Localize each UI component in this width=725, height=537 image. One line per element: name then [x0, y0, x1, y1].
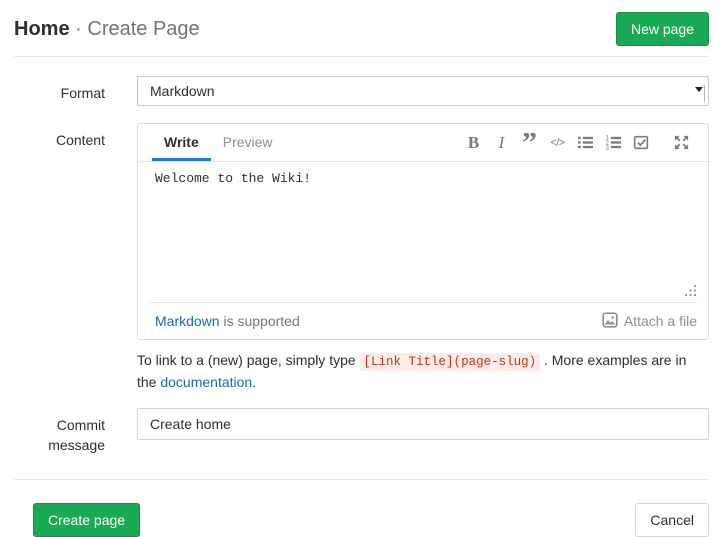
resize-grip-icon[interactable] — [685, 284, 697, 300]
page-header: Home · Create Page New page — [14, 0, 709, 57]
italic-icon[interactable]: I — [492, 133, 511, 152]
format-label: Format — [14, 76, 105, 103]
commit-message-input[interactable] — [137, 408, 709, 440]
attach-file-label: Attach a file — [624, 313, 697, 329]
title-separator: · — [75, 18, 82, 40]
tab-write[interactable]: Write — [152, 124, 211, 161]
supported-text: is supported — [220, 313, 300, 329]
editor-toolbar: B I ” </> 1 2 — [464, 124, 708, 161]
task-list-icon[interactable] — [632, 133, 651, 152]
new-page-button[interactable]: New page — [616, 12, 709, 46]
attach-file-button[interactable]: Attach a file — [602, 312, 697, 331]
bold-icon[interactable]: B — [464, 133, 483, 152]
quote-icon[interactable]: ” — [520, 133, 539, 152]
page-title-home: Home — [14, 18, 70, 40]
chevron-down-icon — [695, 87, 703, 92]
select-ridge — [704, 85, 705, 102]
format-select[interactable]: Markdown — [137, 76, 709, 106]
editor-tab-bar: Write Preview B I ” </> — [138, 124, 708, 162]
wiki-create-page: Home · Create Page New page Format Markd… — [0, 0, 725, 519]
markdown-help-link[interactable]: Markdown — [155, 313, 220, 329]
create-page-button[interactable]: Create page — [33, 503, 140, 537]
cancel-button[interactable]: Cancel — [635, 503, 709, 537]
help-before-code: To link to a (new) page, simply type — [137, 352, 360, 368]
format-row: Format Markdown — [14, 76, 709, 106]
fullscreen-icon[interactable] — [672, 133, 691, 152]
commit-row: Commit message — [14, 408, 709, 455]
markdown-editor: Write Preview B I ” </> — [137, 123, 709, 340]
commit-message-label: Commit message — [14, 408, 105, 455]
link-help-text: To link to a (new) page, simply type [Li… — [137, 350, 709, 392]
format-select-value: Markdown — [150, 83, 215, 99]
form-actions: Create page Cancel — [14, 479, 709, 537]
documentation-link[interactable]: documentation — [160, 374, 252, 390]
svg-text:3: 3 — [605, 145, 609, 151]
page-title: Home · Create Page — [14, 18, 200, 41]
editor-footer: Markdown is supported Attach a file — [138, 303, 708, 339]
bullet-list-icon[interactable] — [576, 133, 595, 152]
link-syntax-code: [Link Title](page-slug) — [360, 353, 541, 371]
content-row: Content Write Preview B I ” </> — [14, 123, 709, 392]
page-title-subtitle: Create Page — [87, 18, 199, 40]
attach-image-icon — [602, 312, 618, 331]
numbered-list-icon[interactable]: 1 2 3 — [604, 133, 623, 152]
tab-preview[interactable]: Preview — [211, 124, 285, 161]
editor-body: Welcome to the Wiki! — [149, 162, 697, 303]
content-textarea[interactable]: Welcome to the Wiki! — [149, 162, 697, 302]
help-period: . — [252, 374, 256, 390]
markdown-supported-note: Markdown is supported — [155, 313, 300, 329]
code-icon[interactable]: </> — [548, 133, 567, 152]
content-label: Content — [14, 123, 105, 150]
